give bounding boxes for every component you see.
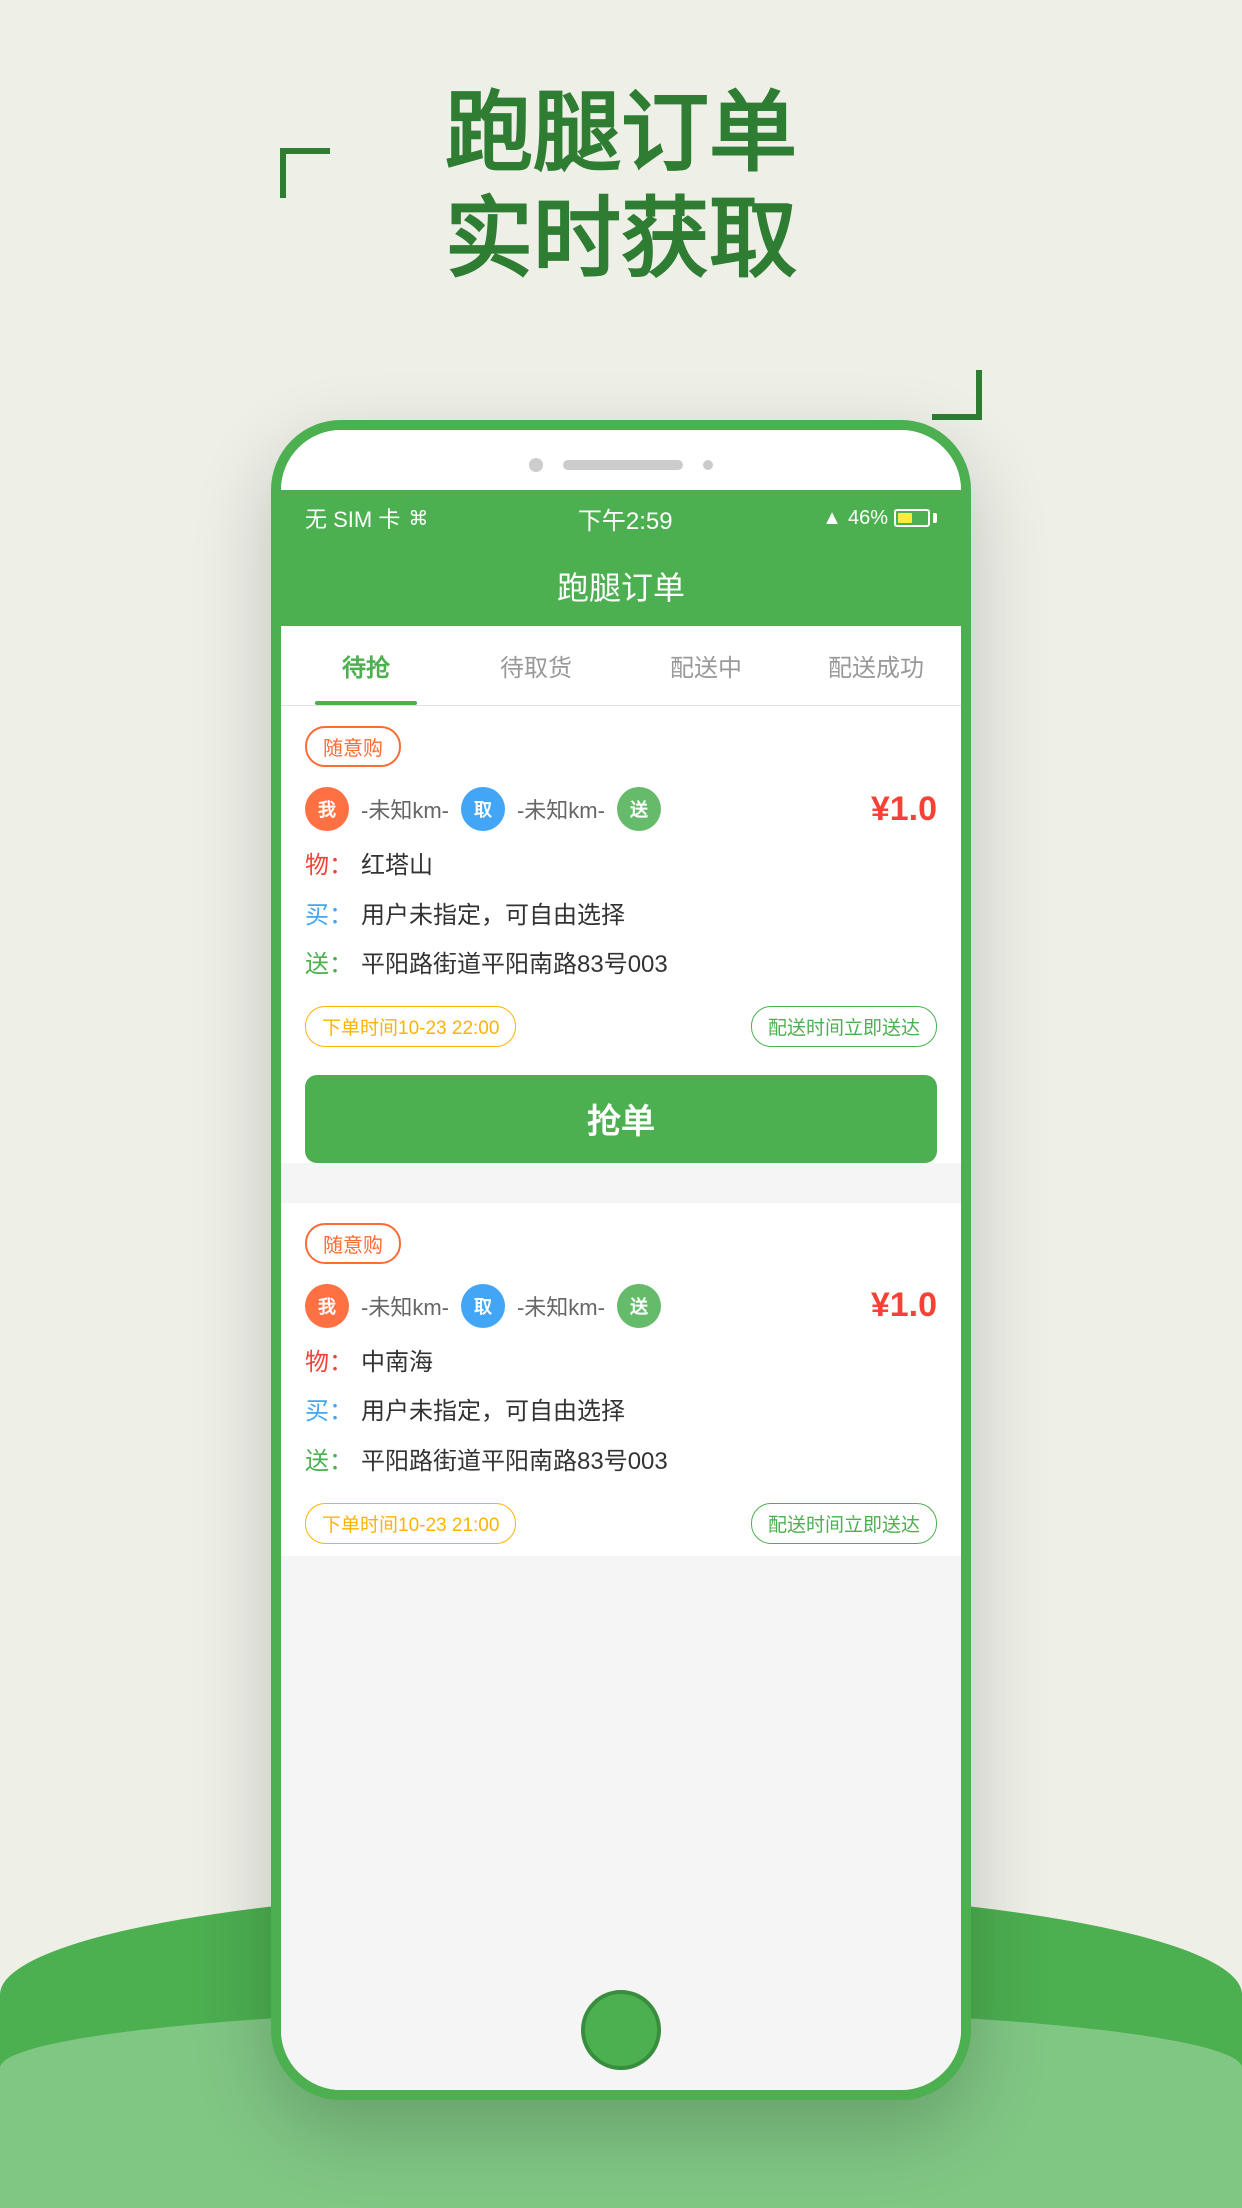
header-line2: 实时获取 bbox=[0, 186, 1242, 292]
pick-icon-2: 取 bbox=[461, 1284, 505, 1328]
battery-percent: 46% bbox=[848, 507, 888, 530]
status-time: 下午2:59 bbox=[578, 501, 673, 536]
order-list: 随意购 我 -未知km- 取 -未知km- 送 ¥1.0 物： 红塔山 bbox=[281, 706, 961, 2090]
nav-title: 跑腿订单 bbox=[557, 563, 685, 609]
dist2-label-2: -未知km- bbox=[517, 1290, 605, 1322]
buy-label-2: 买： bbox=[305, 1395, 353, 1429]
goods-label-2: 物： bbox=[305, 1346, 353, 1380]
from-icon-1: 我 bbox=[305, 787, 349, 831]
nav-header: 跑腿订单 bbox=[281, 546, 961, 626]
phone-top-bar bbox=[281, 430, 961, 490]
time-tag-1: 下单时间10-23 22:00 bbox=[305, 1006, 516, 1047]
buy-value-2: 用户未指定，可自由选择 bbox=[361, 1395, 625, 1429]
goods-value-1: 红塔山 bbox=[361, 849, 433, 883]
bracket-bottom-right-icon bbox=[932, 370, 982, 420]
buy-row-2: 买： 用户未指定，可自由选择 bbox=[281, 1387, 961, 1437]
battery-tip bbox=[933, 513, 937, 523]
send-row-1: 送： 平阳路街道平阳南路83号003 bbox=[281, 940, 961, 990]
signal-icon: ▲ bbox=[822, 507, 842, 530]
grab-button-1[interactable]: 抢单 bbox=[305, 1075, 937, 1163]
goods-label-1: 物： bbox=[305, 849, 353, 883]
silent-button bbox=[271, 730, 279, 790]
status-bar: 无 SIM 卡 ⌘ 下午2:59 ▲ 46% bbox=[281, 490, 961, 546]
price-1: ¥1.0 bbox=[871, 790, 937, 829]
delivery-tag-2: 配送时间立即送达 bbox=[751, 1503, 937, 1544]
battery-icon bbox=[894, 509, 937, 527]
delivery-tag-1: 配送时间立即送达 bbox=[751, 1006, 937, 1047]
bracket-top-left-icon bbox=[280, 148, 330, 198]
battery-fill bbox=[898, 513, 912, 523]
header-line1: 跑腿订单 bbox=[0, 80, 1242, 186]
buy-value-1: 用户未指定，可自由选择 bbox=[361, 899, 625, 933]
tab-bar: 待抢 待取货 配送中 配送成功 bbox=[281, 626, 961, 706]
dist1-label-1: -未知km- bbox=[361, 793, 449, 825]
buy-row-1: 买： 用户未指定，可自由选择 bbox=[281, 891, 961, 941]
time-tag-2: 下单时间10-23 21:00 bbox=[305, 1503, 516, 1544]
goods-row-1: 物： 红塔山 bbox=[281, 841, 961, 891]
distance-row-1: 我 -未知km- 取 -未知km- 送 ¥1.0 bbox=[281, 777, 961, 841]
home-button[interactable] bbox=[581, 1990, 661, 2070]
tab-delivered[interactable]: 配送成功 bbox=[791, 626, 961, 705]
header-section: 跑腿订单 实时获取 bbox=[0, 80, 1242, 291]
tab-pending-grab[interactable]: 待抢 bbox=[281, 626, 451, 705]
send-row-2: 送： 平阳路街道平阳南路83号003 bbox=[281, 1437, 961, 1487]
sensor-icon bbox=[703, 460, 713, 470]
from-icon-2: 我 bbox=[305, 1284, 349, 1328]
volume-up-button bbox=[271, 810, 279, 910]
goods-row-2: 物： 中南海 bbox=[281, 1338, 961, 1388]
phone-mockup: 无 SIM 卡 ⌘ 下午2:59 ▲ 46% 跑腿订单 待抢 待取货 配送中 bbox=[271, 420, 971, 2100]
carrier-label: 无 SIM 卡 bbox=[305, 502, 400, 534]
dist2-label-1: -未知km- bbox=[517, 793, 605, 825]
tags-row-2: 下单时间10-23 21:00 配送时间立即送达 bbox=[281, 1491, 961, 1556]
wifi-icon: ⌘ bbox=[408, 506, 428, 531]
dist1-label-2: -未知km- bbox=[361, 1290, 449, 1322]
buy-label-1: 买： bbox=[305, 899, 353, 933]
distance-row-2: 我 -未知km- 取 -未知km- 送 ¥1.0 bbox=[281, 1274, 961, 1338]
battery-bar bbox=[894, 509, 930, 527]
status-left: 无 SIM 卡 ⌘ bbox=[305, 502, 428, 534]
del-icon-2: 送 bbox=[617, 1284, 661, 1328]
status-right: ▲ 46% bbox=[822, 507, 937, 530]
power-button bbox=[963, 830, 971, 910]
price-2: ¥1.0 bbox=[871, 1286, 937, 1325]
tab-pending-pickup[interactable]: 待取货 bbox=[451, 626, 621, 705]
pick-icon-1: 取 bbox=[461, 787, 505, 831]
tags-row-1: 下单时间10-23 22:00 配送时间立即送达 bbox=[281, 994, 961, 1059]
divider-1 bbox=[281, 1187, 961, 1203]
tab-delivering[interactable]: 配送中 bbox=[621, 626, 791, 705]
speaker-icon bbox=[563, 460, 683, 470]
volume-down-button bbox=[271, 930, 279, 1030]
order-card-2: 随意购 我 -未知km- 取 -未知km- 送 ¥1.0 物： 中南海 bbox=[281, 1203, 961, 1556]
send-value-2: 平阳路街道平阳南路83号003 bbox=[361, 1445, 668, 1479]
order-badge-2: 随意购 bbox=[305, 1223, 401, 1264]
goods-value-2: 中南海 bbox=[361, 1346, 433, 1380]
camera-icon bbox=[529, 458, 543, 472]
send-value-1: 平阳路街道平阳南路83号003 bbox=[361, 948, 668, 982]
order-badge-1: 随意购 bbox=[305, 726, 401, 767]
send-label-1: 送： bbox=[305, 948, 353, 982]
del-icon-1: 送 bbox=[617, 787, 661, 831]
send-label-2: 送： bbox=[305, 1445, 353, 1479]
order-card-1: 随意购 我 -未知km- 取 -未知km- 送 ¥1.0 物： 红塔山 bbox=[281, 706, 961, 1163]
